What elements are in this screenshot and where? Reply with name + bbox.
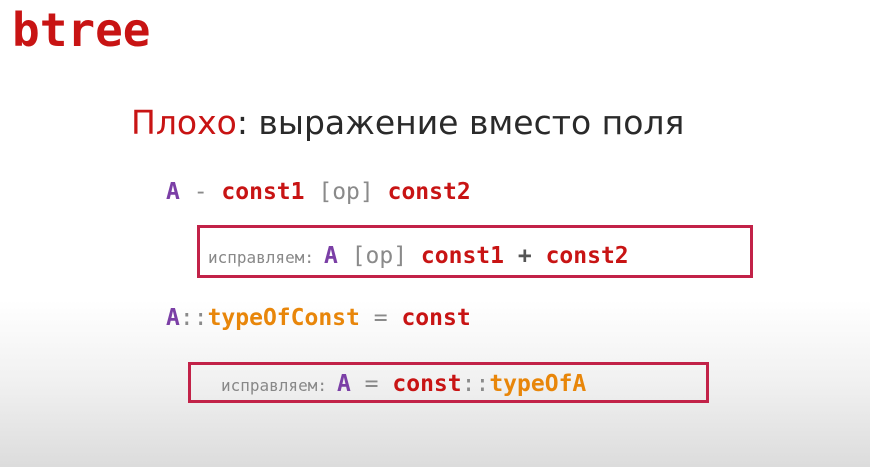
fix-box-1: исправляем: A [op] const1 + const2 bbox=[197, 225, 753, 278]
operator-equals: = bbox=[359, 305, 402, 331]
variable-a: A bbox=[323, 242, 338, 269]
operator-equals: = bbox=[350, 370, 393, 397]
heading-bad-word: Плохо bbox=[131, 103, 237, 142]
const-token: const bbox=[392, 370, 462, 397]
fix-label: исправляем: bbox=[221, 375, 327, 395]
type-of-a-token: typeOfA bbox=[489, 370, 587, 397]
const1-token: const1 bbox=[420, 242, 505, 269]
operator-minus: - bbox=[179, 179, 222, 205]
op-placeholder: [op] bbox=[337, 242, 421, 269]
operator-plus: + bbox=[504, 242, 546, 269]
type-of-const-token: typeOfConst bbox=[207, 305, 360, 331]
const2-token: const2 bbox=[387, 179, 471, 205]
slide-title: btree bbox=[12, 3, 151, 57]
const1-token: const1 bbox=[221, 179, 305, 205]
bad-example-1: A - const1 [op] const2 bbox=[166, 176, 471, 208]
const-token: const bbox=[401, 305, 471, 331]
section-heading: Плохо: выражение вместо поля bbox=[131, 100, 684, 146]
bad-example-2: A::typeOfConst = const bbox=[166, 302, 471, 334]
fix-box-2: исправляем: A = const:: typeOfA bbox=[188, 362, 709, 403]
variable-a: A bbox=[166, 179, 180, 205]
variable-a: A bbox=[166, 305, 180, 331]
op-placeholder: [op] bbox=[304, 179, 388, 205]
fix-label: исправляем: bbox=[208, 247, 314, 267]
const2-token: const2 bbox=[545, 242, 629, 269]
scope-operator: :: bbox=[461, 370, 490, 397]
scope-operator: :: bbox=[179, 305, 208, 331]
variable-a: A bbox=[336, 370, 351, 397]
heading-description: : выражение вместо поля bbox=[236, 103, 685, 142]
